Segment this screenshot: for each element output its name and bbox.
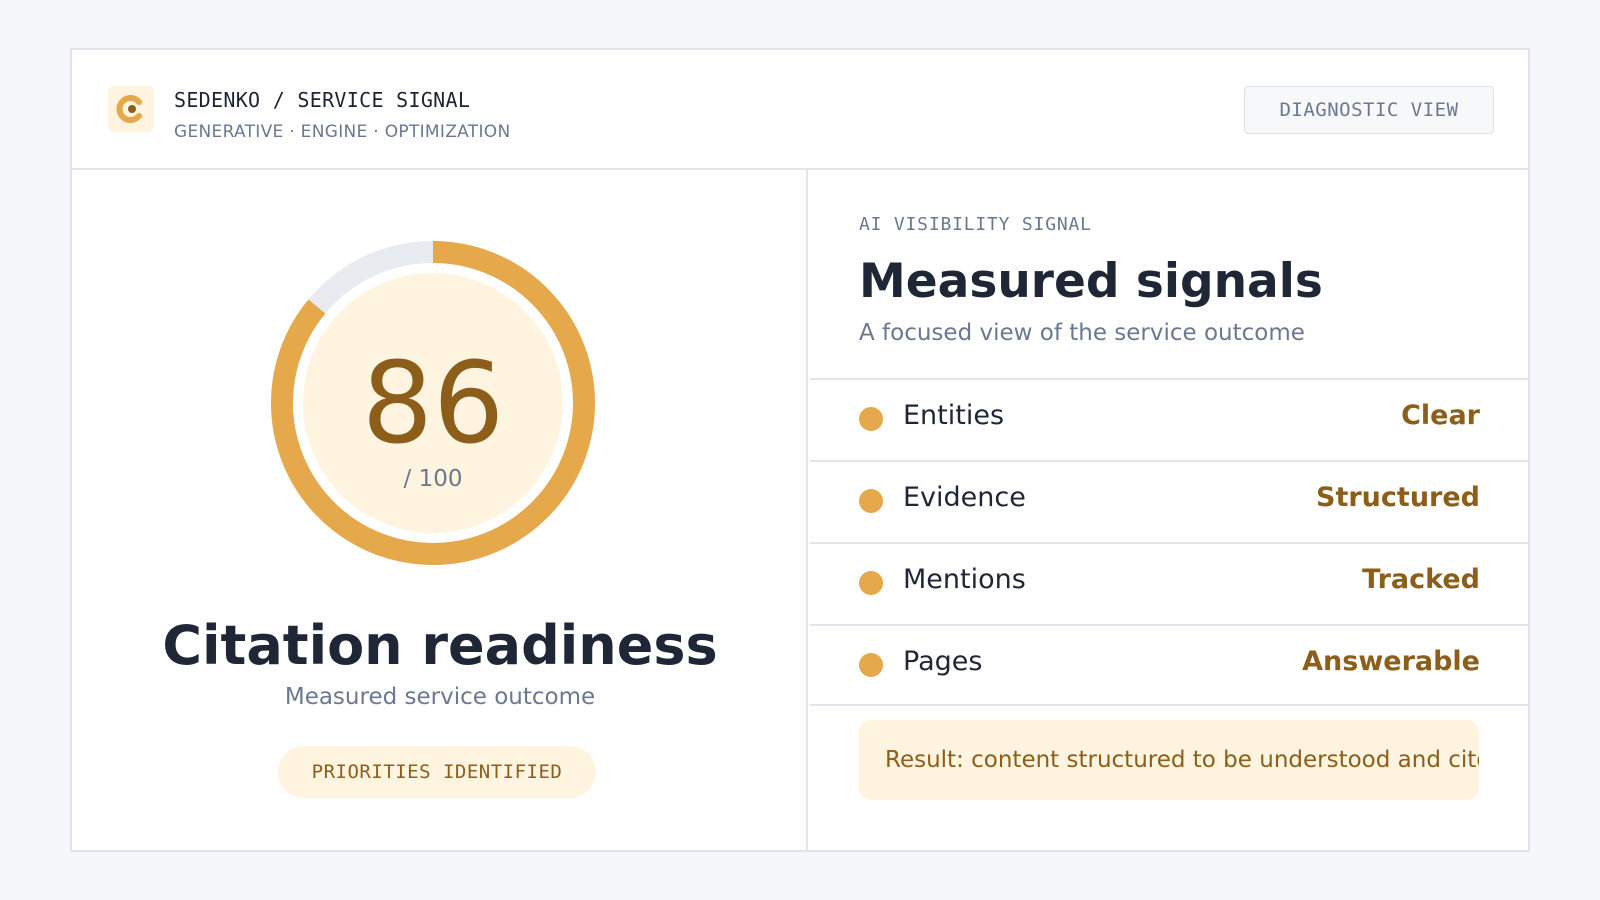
signal-value: Clear [1401, 400, 1480, 431]
status-dot-icon [859, 571, 883, 595]
signal-row-entities: Entities Clear [810, 378, 1530, 460]
status-dot-icon [859, 407, 883, 431]
signal-label: Mentions [903, 564, 1026, 595]
status-dot-icon [859, 489, 883, 513]
status-pill: PRIORITIES IDENTIFIED [278, 746, 596, 798]
signals-panel: AI VISIBILITY SIGNAL Measured signals A … [810, 170, 1530, 852]
score-subtitle: Measured service outcome [284, 684, 596, 710]
signal-row-pages: Pages Answerable [810, 624, 1530, 706]
score-max: / 100 [403, 466, 463, 492]
signal-value: Structured [1316, 482, 1480, 513]
signals-title: Measured signals [859, 254, 1323, 309]
signal-row-mentions: Mentions Tracked [810, 542, 1530, 624]
score-title: Citation readiness [162, 614, 718, 677]
signals-list: Entities Clear Evidence Structured Menti… [810, 378, 1530, 706]
brand-subtitle: GENERATIVE · ENGINE · OPTIMIZATION [174, 122, 511, 142]
result-banner: Result: content structured to be underst… [859, 720, 1479, 800]
status-dot-icon [859, 653, 883, 677]
signal-label: Evidence [903, 482, 1026, 513]
signal-value: Answerable [1302, 646, 1480, 677]
score-value: 86 [361, 339, 505, 469]
signal-label: Pages [903, 646, 983, 677]
signals-eyebrow: AI VISIBILITY SIGNAL [859, 214, 1092, 235]
brand-title: SEDENKO / SERVICE SIGNAL [174, 88, 471, 112]
signal-value: Tracked [1362, 564, 1480, 595]
c-mark-icon [108, 86, 154, 132]
diagnostic-view-button[interactable]: DIAGNOSTIC VIEW [1244, 86, 1494, 134]
service-signal-card: SEDENKO / SERVICE SIGNAL GENERATIVE · EN… [70, 48, 1530, 852]
card-header: SEDENKO / SERVICE SIGNAL GENERATIVE · EN… [72, 50, 1528, 170]
signal-row-evidence: Evidence Structured [810, 460, 1530, 542]
score-panel: 86 / 100 Citation readiness Measured ser… [72, 170, 808, 852]
signals-subtitle: A focused view of the service outcome [859, 320, 1305, 346]
score-gauge: 86 / 100 [268, 238, 598, 568]
signal-label: Entities [903, 400, 1005, 431]
